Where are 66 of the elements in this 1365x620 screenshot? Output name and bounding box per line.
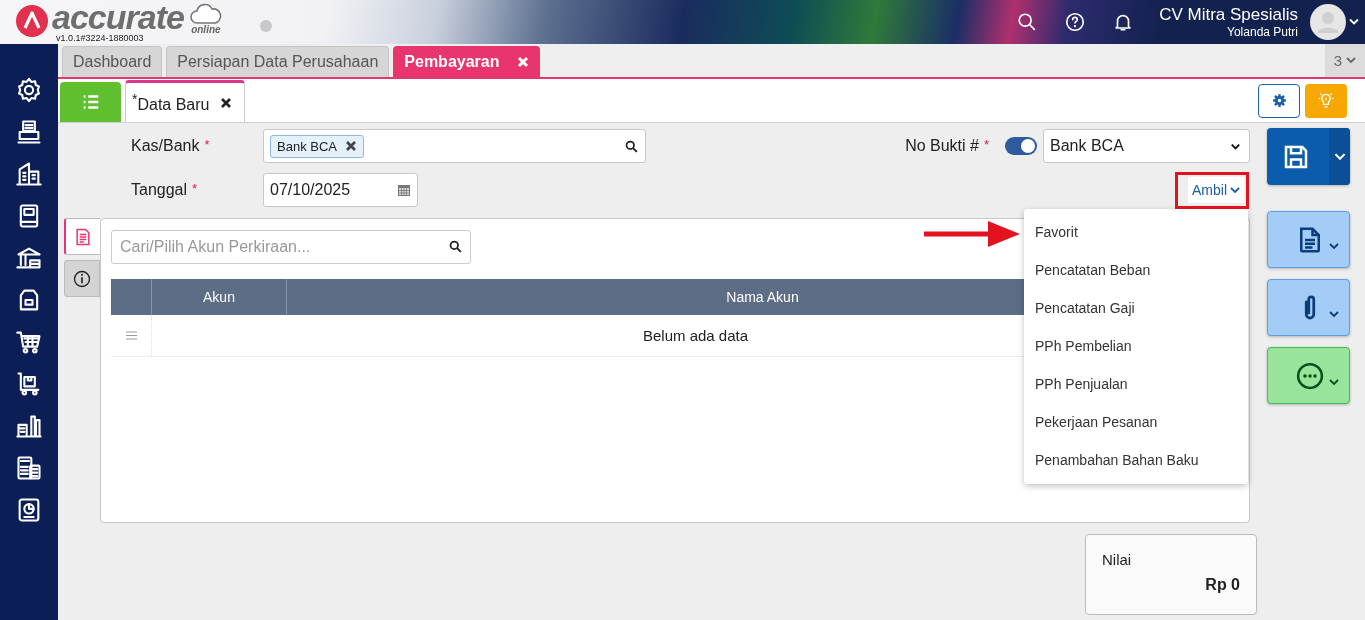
tab[interactable]: Pembayaran [393, 46, 541, 77]
tab-overflow-button[interactable]: 3 [1325, 44, 1365, 77]
total-label: Nilai [1102, 551, 1133, 568]
logo-text: accurate [52, 1, 184, 33]
search-icon[interactable] [624, 138, 639, 154]
required-mark: * [204, 137, 210, 154]
chevron-down-icon [1329, 379, 1339, 386]
gear-icon[interactable] [15, 76, 43, 104]
settings-button[interactable] [1258, 83, 1300, 118]
more-icon [1295, 360, 1325, 391]
help-icon[interactable] [1064, 11, 1087, 33]
logo-subtitle: online [191, 25, 221, 35]
logo-icon [16, 5, 48, 37]
cloud-icon [187, 3, 224, 25]
attachment-button[interactable] [1267, 279, 1350, 336]
avatar-icon[interactable] [1310, 4, 1346, 40]
chevron-down-icon [1346, 57, 1357, 64]
chevron-down-icon [1230, 186, 1240, 194]
document-icon [73, 226, 93, 247]
date-field[interactable]: 07/10/2025 [263, 173, 418, 207]
menu-item[interactable]: Pekerjaan Pesanan [1024, 403, 1248, 441]
tax-document-icon[interactable] [15, 454, 43, 482]
building-icon[interactable] [15, 160, 43, 188]
required-mark: * [983, 137, 989, 154]
chevron-down-icon [1333, 152, 1346, 161]
company-name: CV Mitra Spesialis [1159, 5, 1298, 25]
menu-item[interactable]: Favorit [1024, 213, 1248, 251]
status-dot [259, 20, 272, 32]
account-field[interactable]: Bank BCA [263, 129, 646, 163]
detail-tab[interactable] [64, 218, 100, 255]
column-header: Akun [152, 279, 287, 315]
lightbulb-icon [1316, 90, 1336, 111]
search-icon[interactable] [448, 239, 463, 254]
close-icon[interactable] [219, 96, 232, 109]
chevron-down-icon [1329, 243, 1339, 250]
settings-icon [1270, 92, 1288, 109]
menu-item[interactable]: Penambahan Bahan Baku [1024, 441, 1248, 479]
info-icon [72, 268, 92, 289]
document-button[interactable] [1267, 211, 1350, 268]
toggle-switch[interactable] [1005, 137, 1037, 155]
more-button[interactable] [1267, 347, 1350, 404]
tab[interactable]: Persiapan Data Perusahaan [166, 46, 390, 77]
field-label: Kas/Bank [131, 137, 200, 155]
field-label: Tanggal [131, 181, 188, 199]
total-value: Rp 0 [1205, 576, 1240, 594]
version-text: v1.0.1#3224-1880003 [56, 33, 145, 43]
drag-handle-icon[interactable] [125, 331, 137, 340]
fetch-button[interactable]: Ambil [1188, 177, 1244, 203]
remove-icon[interactable] [345, 140, 357, 152]
chevron-down-icon [1329, 311, 1339, 318]
document-tab[interactable]: $^{*}$Data Baru [125, 80, 245, 122]
menu-item[interactable]: PPh Pembelian [1024, 327, 1248, 365]
number-select[interactable]: Bank BCA [1043, 129, 1250, 163]
selected-tag[interactable]: Bank BCA [270, 134, 364, 158]
caret-icon[interactable] [1349, 18, 1359, 26]
search-field[interactable]: Cari/Pilih Akun Perkiraan... [111, 230, 471, 264]
field-label: No Bukti # [905, 137, 979, 155]
tab[interactable]: Dashboard [62, 46, 163, 77]
fax-icon[interactable] [15, 118, 43, 146]
required-mark: * [192, 181, 198, 198]
empty-message: Belum ada data [642, 327, 749, 344]
calendar-icon[interactable] [397, 183, 411, 197]
save-button[interactable] [1267, 128, 1350, 185]
menu-item[interactable]: PPh Penjualan [1024, 365, 1248, 403]
user-name: Yolanda Putri [1227, 25, 1298, 39]
info-tab[interactable] [64, 260, 100, 297]
